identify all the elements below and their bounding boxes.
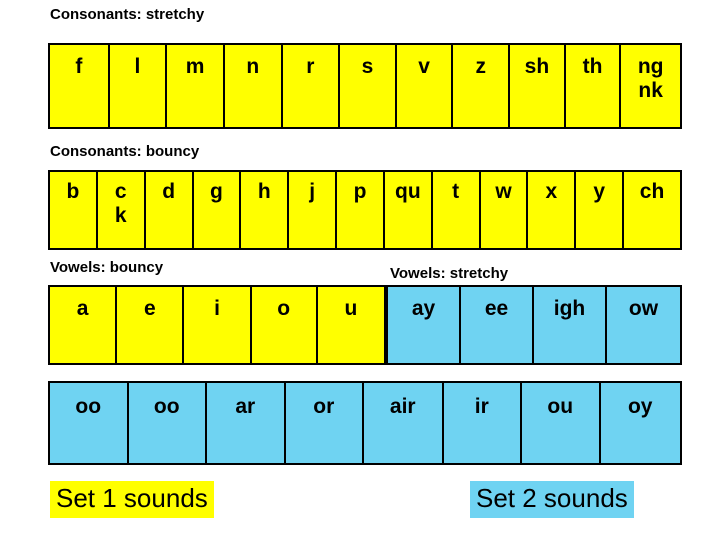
sound-cell: y	[576, 172, 625, 248]
sound-cell: s	[340, 45, 397, 127]
sound-label: u	[344, 297, 358, 320]
sound-cell: z	[453, 45, 511, 127]
sound-label: r	[306, 55, 315, 78]
sound-cell: qu	[384, 172, 433, 248]
legend-set1: Set 1 sounds	[50, 481, 214, 518]
sound-label: x	[545, 180, 558, 203]
row-vowels-stretchy-second: oo oo ar or air ir ou oy	[48, 381, 682, 465]
sound-label: w	[495, 180, 512, 203]
sound-cell: t	[432, 172, 481, 248]
sound-label: n	[246, 55, 260, 78]
sound-cell: oy	[600, 383, 680, 463]
sound-cell: x	[528, 172, 577, 248]
sound-cell: or	[285, 383, 364, 463]
heading-vowels-stretchy: Vowels: stretchy	[390, 265, 509, 282]
sound-label: f	[75, 55, 83, 78]
sound-cell: p	[337, 172, 385, 248]
sound-label: l	[134, 55, 141, 78]
sound-cell: igh	[534, 287, 607, 363]
sound-label: qu	[395, 180, 421, 203]
sound-label: i	[214, 297, 220, 320]
sound-label: ir	[474, 395, 489, 418]
sound-label: a	[76, 297, 89, 320]
sound-label: oo	[153, 395, 180, 418]
sound-label: ay	[411, 297, 436, 320]
sound-label: c k	[114, 180, 127, 227]
sound-cell: b	[50, 172, 98, 248]
sound-label: oy	[627, 395, 653, 418]
sound-cell: j	[289, 172, 338, 248]
row-consonants-stretchy: f l m n r s v z sh th ng nk	[48, 43, 682, 129]
sound-label: o	[277, 297, 291, 320]
legend-set2: Set 2 sounds	[470, 481, 634, 518]
sound-label: j	[309, 180, 316, 203]
sound-label: ee	[484, 297, 509, 320]
sound-cell: w	[480, 172, 529, 248]
sound-label: ng nk	[637, 55, 664, 102]
sound-label: sh	[524, 55, 550, 78]
sound-cell: r	[282, 45, 341, 127]
row-vowels-stretchy: ay ee igh ow	[386, 285, 682, 365]
sound-cell: air	[364, 383, 444, 463]
sound-label: igh	[553, 297, 586, 320]
sound-cell: n	[224, 45, 283, 127]
sound-label: or	[313, 395, 335, 418]
sound-cell: m	[167, 45, 225, 127]
sound-cell: ee	[461, 287, 534, 363]
sound-label: ch	[639, 180, 665, 203]
sound-cell: e	[117, 287, 185, 363]
sound-cell: h	[241, 172, 290, 248]
sound-label: s	[361, 55, 374, 78]
sound-cell: ch	[624, 172, 680, 248]
sound-label: g	[210, 180, 223, 203]
sound-label: b	[66, 180, 80, 203]
sound-cell: ou	[522, 383, 601, 463]
sound-cell: l	[109, 45, 168, 127]
sound-cell: f	[50, 45, 110, 127]
sound-cell: oo	[50, 383, 129, 463]
sound-cell: ay	[388, 287, 461, 363]
sound-label: p	[353, 180, 367, 203]
sound-cell: ar	[207, 383, 286, 463]
sound-cell: oo	[128, 383, 207, 463]
sound-label: oo	[75, 395, 102, 418]
sound-cell: v	[396, 45, 454, 127]
sound-cell: ng nk	[621, 45, 680, 127]
sound-label: y	[593, 180, 606, 203]
sound-cell: o	[251, 287, 318, 363]
row-consonants-bouncy: b c k d g h j p qu t w x y ch	[48, 170, 682, 250]
sound-cell: ow	[607, 287, 680, 363]
heading-consonants-bouncy: Consonants: bouncy	[50, 143, 200, 160]
sound-cell: g	[193, 172, 242, 248]
sound-cell: th	[565, 45, 622, 127]
sound-label: air	[389, 395, 416, 418]
row-vowels-bouncy: aeiou	[48, 285, 386, 365]
sound-label: e	[143, 297, 156, 320]
sound-cell: c k	[97, 172, 146, 248]
heading-consonants-stretchy: Consonants: stretchy	[50, 6, 205, 23]
sound-label: d	[162, 180, 176, 203]
sound-cell: a	[50, 287, 118, 363]
sound-label: th	[582, 55, 603, 78]
sound-label: t	[452, 180, 460, 203]
sound-label: m	[185, 55, 205, 78]
sound-label: z	[475, 55, 487, 78]
sound-cell: i	[184, 287, 252, 363]
sound-label: ow	[628, 297, 659, 320]
sound-cell: sh	[510, 45, 566, 127]
sound-label: ar	[235, 395, 256, 418]
sound-label: ou	[547, 395, 574, 418]
sound-cell: u	[317, 287, 385, 363]
sound-label: v	[418, 55, 430, 78]
sound-cell: d	[145, 172, 194, 248]
sounds-chart-page: Consonants: stretchy f l m n r s v z sh th ng nk C…	[0, 0, 720, 540]
sound-cell: ir	[443, 383, 522, 463]
heading-vowels-bouncy: Vowels: bouncy	[50, 259, 164, 276]
sound-label: h	[257, 180, 271, 203]
